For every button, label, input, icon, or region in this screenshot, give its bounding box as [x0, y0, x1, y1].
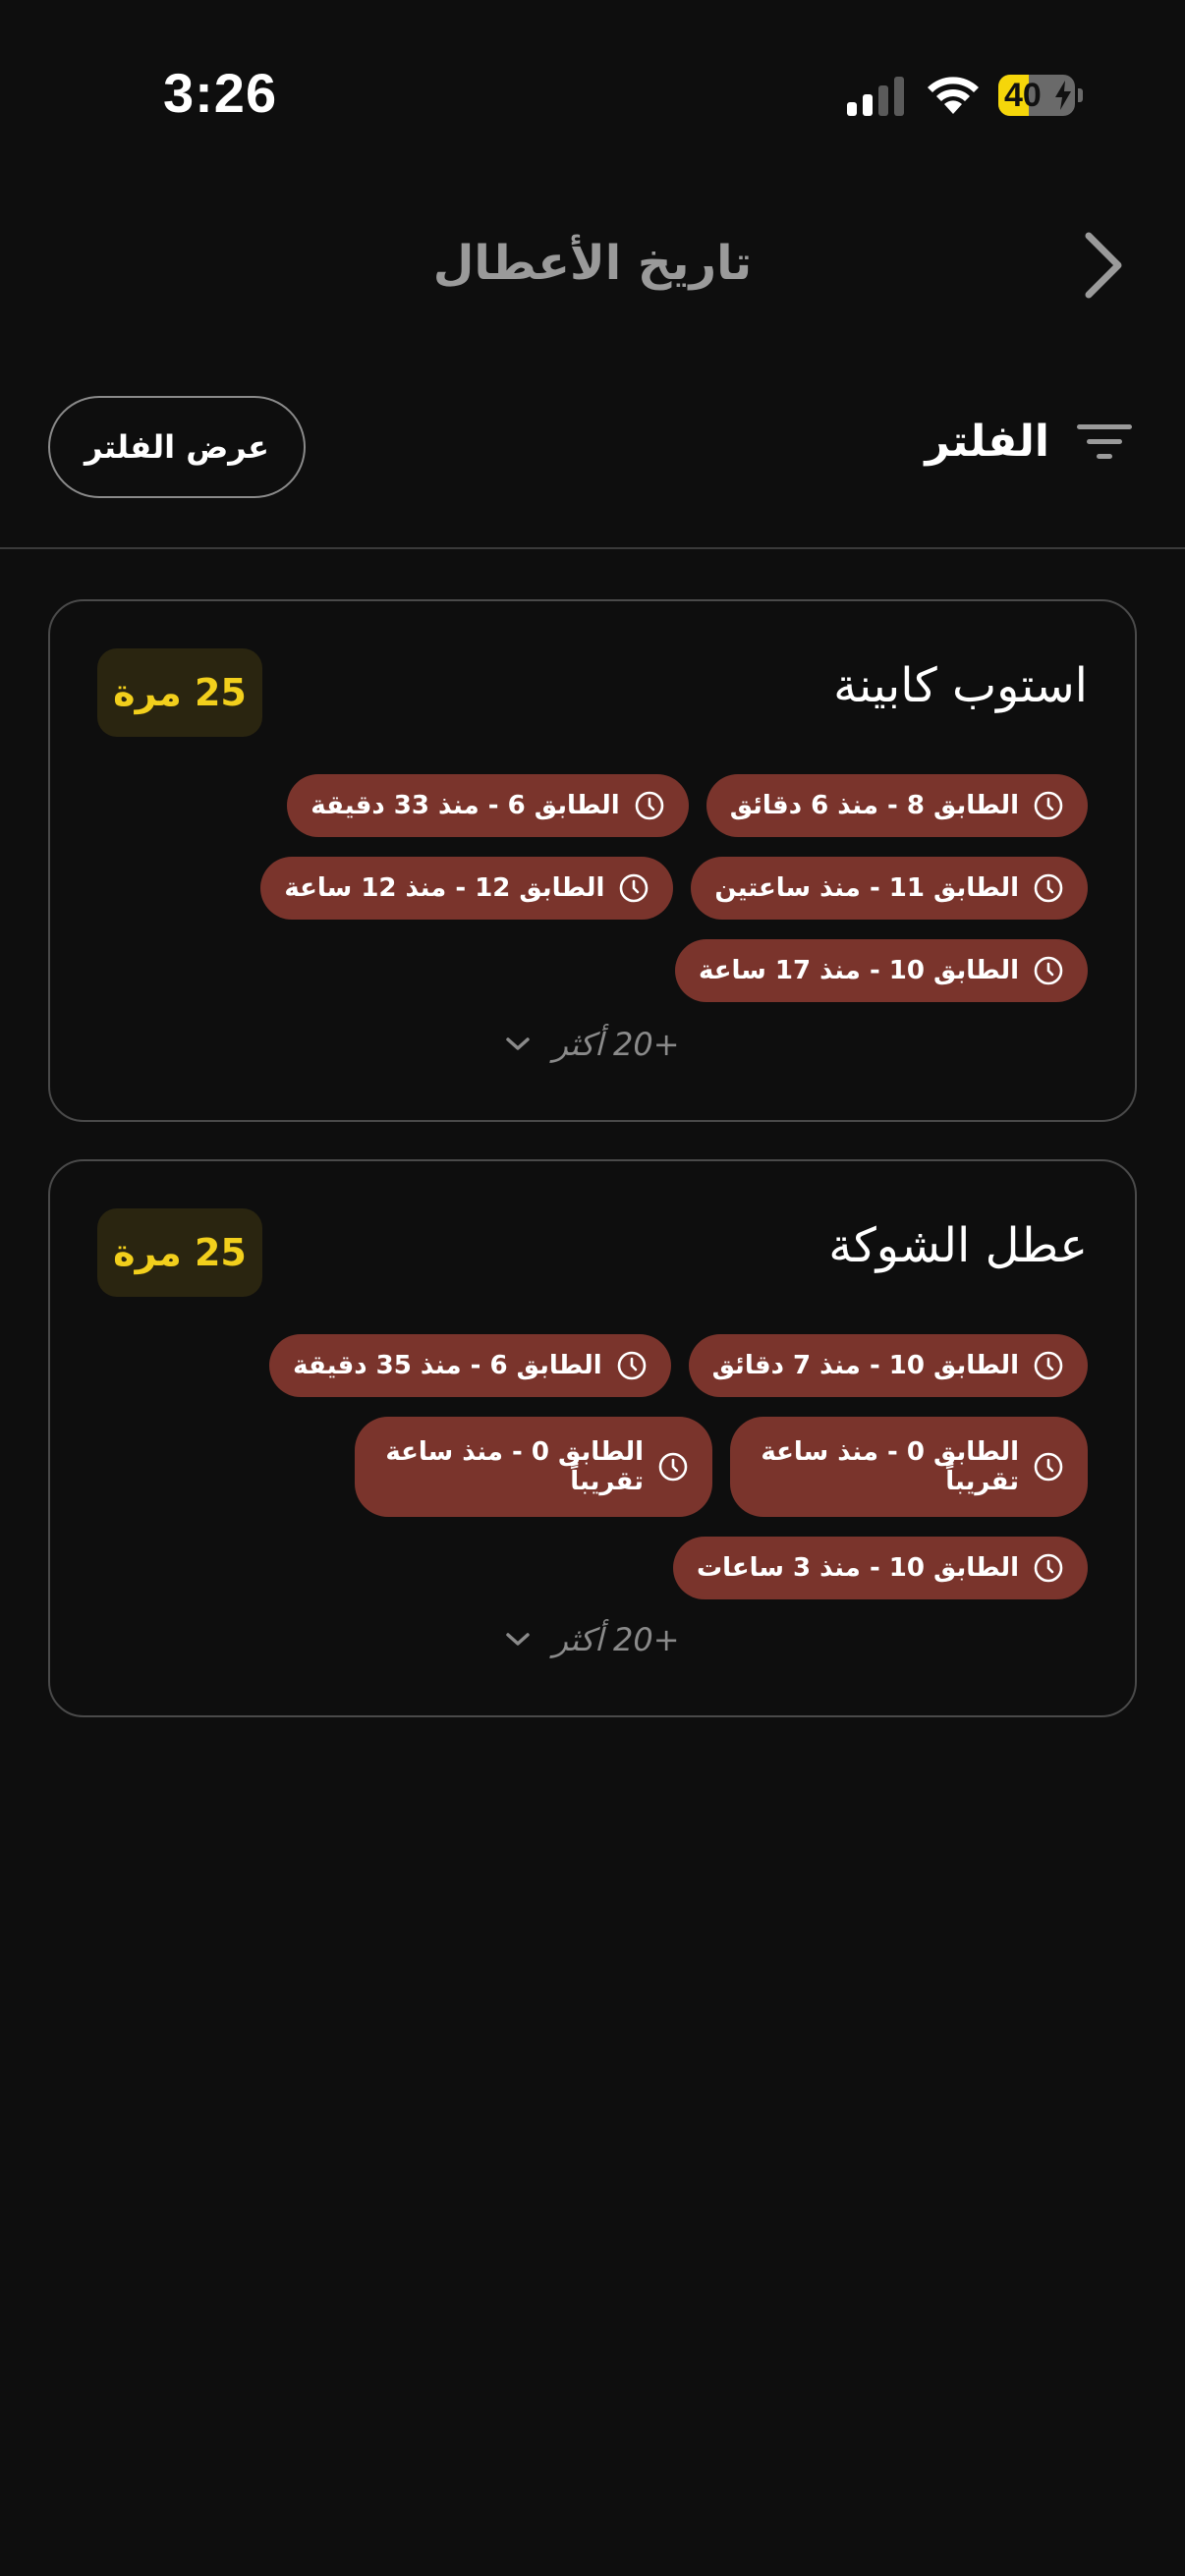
show-filter-button[interactable]: عرض الفلتر	[48, 396, 306, 498]
count-badge: 25 مرة	[97, 648, 262, 737]
fault-occurrence-chip[interactable]: الطابق 10 - منذ 17 ساعة	[675, 939, 1088, 1002]
status-bar: 3:26 40	[0, 0, 1185, 187]
battery-indicator: 40	[998, 75, 1083, 116]
filter-label: الفلتر	[925, 417, 1049, 467]
cellular-signal-icon	[847, 77, 904, 116]
clock-icon	[1034, 873, 1063, 903]
divider	[0, 547, 1185, 549]
chip-label: الطابق 6 - منذ 35 دقيقة	[293, 1351, 602, 1380]
chip-list: الطابق 8 - منذ 6 دقائق الطابق 6 - منذ 33…	[95, 774, 1088, 1022]
chip-label: الطابق 12 - منذ 12 ساعة	[284, 873, 605, 903]
battery-level: 40	[1004, 77, 1042, 114]
charging-bolt-icon	[1055, 81, 1071, 110]
fault-occurrence-chip[interactable]: الطابق 0 - منذ ساعة تقريباً	[730, 1417, 1088, 1517]
fault-occurrence-chip[interactable]: الطابق 10 - منذ 3 ساعات	[672, 1537, 1088, 1599]
show-more-label: +20 أكثر	[552, 1026, 680, 1063]
battery-cap	[1078, 88, 1083, 102]
chip-list: الطابق 10 - منذ 7 دقائق الطابق 6 - منذ 3…	[95, 1334, 1088, 1619]
chip-label: الطابق 6 - منذ 33 دقيقة	[310, 791, 620, 820]
chip-label: الطابق 10 - منذ 17 ساعة	[699, 956, 1019, 985]
filter-icon	[1077, 423, 1132, 459]
clock-icon	[617, 1351, 646, 1380]
filter-header: الفلتر	[925, 417, 1132, 467]
show-more-link[interactable]: +20 أكثر	[50, 1621, 1135, 1658]
chip-label: الطابق 11 - منذ ساعتين	[714, 873, 1019, 903]
battery-body: 40	[998, 75, 1075, 116]
chip-label: الطابق 0 - منذ ساعة تقريباً	[385, 1437, 644, 1496]
clock-icon	[1034, 1553, 1063, 1583]
clock-icon	[1034, 1351, 1063, 1380]
chip-label: الطابق 0 - منذ ساعة تقريباً	[761, 1437, 1019, 1496]
clock-icon	[1034, 791, 1063, 820]
chevron-down-icon	[506, 1633, 531, 1646]
clock-icon	[620, 873, 649, 903]
fault-card: استوب كابينة 25 مرة الطابق 8 - منذ 6 دقا…	[48, 599, 1137, 1122]
wifi-icon	[928, 77, 979, 114]
chevron-down-icon	[506, 1037, 531, 1050]
fault-title: عطل الشوكة	[828, 1218, 1088, 1273]
fault-occurrence-chip[interactable]: الطابق 11 - منذ ساعتين	[691, 857, 1088, 920]
fault-title: استوب كابينة	[833, 658, 1088, 713]
show-more-link[interactable]: +20 أكثر	[50, 1026, 1135, 1063]
clock-icon	[1034, 956, 1063, 985]
fault-occurrence-chip[interactable]: الطابق 10 - منذ 7 دقائق	[688, 1334, 1088, 1397]
chevron-right-icon[interactable]	[1071, 228, 1136, 303]
clock-icon	[658, 1452, 688, 1482]
fault-occurrence-chip[interactable]: الطابق 0 - منذ ساعة تقريباً	[355, 1417, 712, 1517]
show-more-label: +20 أكثر	[552, 1621, 680, 1658]
filter-row: الفلتر عرض الفلتر	[0, 393, 1185, 501]
clock-icon	[635, 791, 664, 820]
fault-occurrence-chip[interactable]: الطابق 6 - منذ 33 دقيقة	[287, 774, 689, 837]
header: تاريخ الأعطال	[0, 196, 1185, 334]
fault-occurrence-chip[interactable]: الطابق 8 - منذ 6 دقائق	[705, 774, 1088, 837]
page-title: تاريخ الأعطال	[432, 236, 753, 291]
count-badge: 25 مرة	[97, 1208, 262, 1297]
fault-occurrence-chip[interactable]: الطابق 12 - منذ 12 ساعة	[260, 857, 674, 920]
fault-card: عطل الشوكة 25 مرة الطابق 10 - منذ 7 دقائ…	[48, 1159, 1137, 1717]
chip-label: الطابق 10 - منذ 3 ساعات	[696, 1553, 1019, 1583]
clock-icon	[1034, 1452, 1063, 1482]
status-time: 3:26	[163, 62, 278, 124]
chip-label: الطابق 8 - منذ 6 دقائق	[729, 791, 1019, 820]
fault-occurrence-chip[interactable]: الطابق 6 - منذ 35 دقيقة	[269, 1334, 671, 1397]
chip-label: الطابق 10 - منذ 7 دقائق	[711, 1351, 1019, 1380]
